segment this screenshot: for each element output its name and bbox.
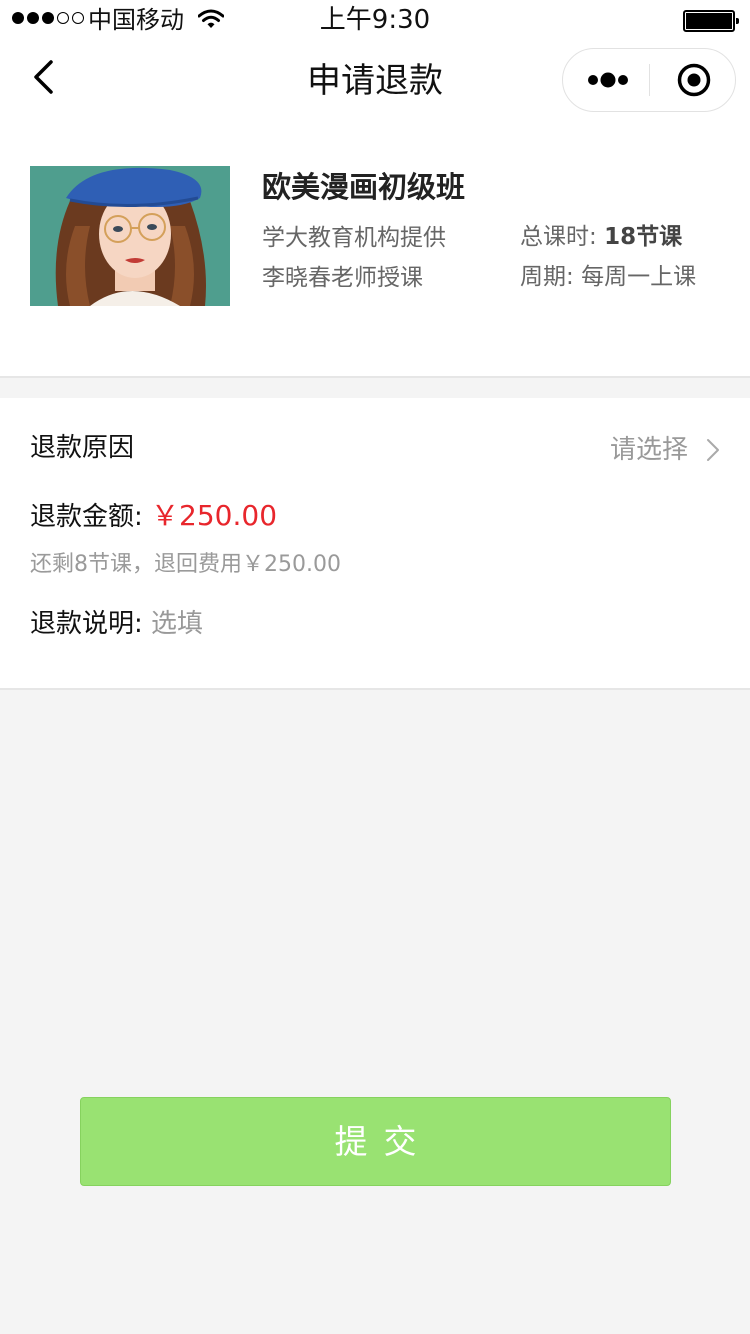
more-icon[interactable] — [563, 49, 650, 111]
total-hours-value: 18节课 — [604, 224, 683, 250]
refund-reason-select[interactable]: 请选择 — [610, 432, 720, 468]
refund-reason-placeholder: 请选择 — [609, 435, 688, 465]
course-name: 欧美漫画初级班 — [262, 170, 466, 204]
refund-note-input[interactable]: 选填 — [151, 609, 203, 639]
refund-form: 退款原因 请选择 退款金额: ￥250.00 还剩8节课，退回费用￥250.00… — [0, 398, 750, 690]
total-hours-label: 总课时: — [520, 224, 597, 250]
period-value: 每周一上课 — [581, 264, 697, 290]
refund-note-label: 退款说明: — [30, 609, 143, 639]
mini-program-capsule — [562, 48, 736, 112]
refund-note: 退款说明: 选填 — [30, 606, 203, 642]
refund-reason-label: 退款原因 — [30, 433, 135, 463]
capsule-divider — [649, 64, 650, 96]
chevron-right-icon — [707, 439, 719, 461]
status-bar: 中国移动 上午9:30 — [0, 0, 750, 40]
remaining-lessons-hint: 还剩8节课，退回费用￥250.00 — [30, 552, 341, 577]
total-hours: 总课时: 18节课 — [520, 222, 682, 252]
course-cover-image — [30, 166, 230, 306]
period-label: 周期: — [520, 264, 574, 290]
refund-amount: 退款金额: ￥250.00 — [30, 498, 277, 535]
battery-icon — [683, 10, 739, 32]
course-provider: 学大教育机构提供 — [262, 225, 446, 251]
refund-amount-label: 退款金额: — [30, 502, 143, 532]
course-teacher: 李晓春老师授课 — [262, 265, 423, 291]
close-target-icon[interactable] — [651, 49, 737, 111]
submit-button[interactable]: 提交 — [80, 1097, 671, 1186]
course-period: 周期: 每周一上课 — [520, 262, 696, 292]
top-section: 中国移动 上午9:30 申请退款 欧美漫画初级班 学大教育机构提供 李晓春老师授… — [0, 0, 750, 378]
navigation-bar: 申请退款 — [0, 40, 750, 128]
refund-amount-value: ￥250.00 — [151, 499, 278, 532]
status-time: 上午9:30 — [319, 5, 431, 35]
